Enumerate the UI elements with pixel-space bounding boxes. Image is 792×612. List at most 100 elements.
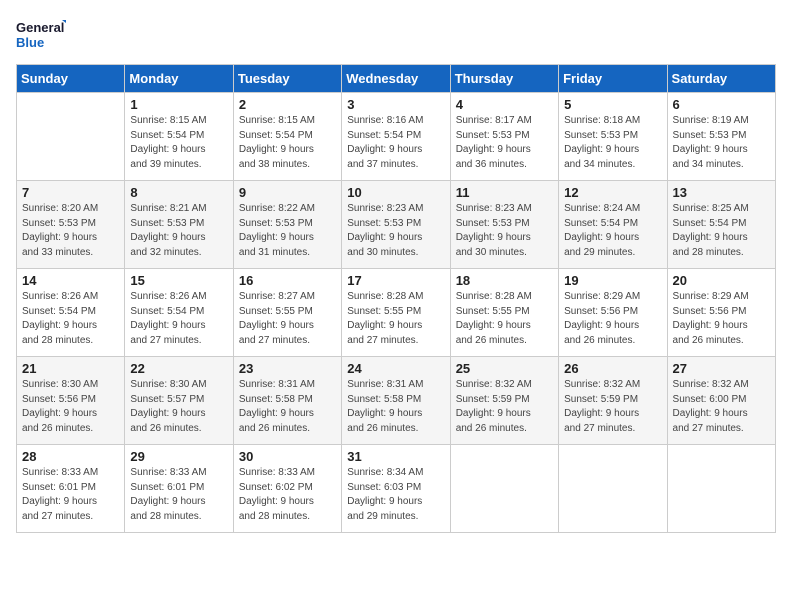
day-header-wednesday: Wednesday <box>342 65 450 93</box>
calendar-cell: 6 Sunrise: 8:19 AMSunset: 5:53 PMDaylight… <box>667 93 775 181</box>
day-header-thursday: Thursday <box>450 65 558 93</box>
day-info: Sunrise: 8:24 AMSunset: 5:54 PMDaylight:… <box>564 202 661 260</box>
calendar-cell <box>559 445 667 533</box>
day-info: Sunrise: 8:16 AMSunset: 5:54 PMDaylight:… <box>347 114 444 172</box>
day-info: Sunrise: 8:34 AMSunset: 6:03 PMDaylight:… <box>347 466 444 524</box>
day-number: 31 <box>347 449 444 464</box>
logo-svg: General Blue <box>16 16 66 54</box>
day-number: 11 <box>456 185 553 200</box>
calendar-cell <box>17 93 125 181</box>
calendar-cell: 29 Sunrise: 8:33 AMSunset: 6:01 PMDayligh… <box>125 445 233 533</box>
calendar-cell: 16 Sunrise: 8:27 AMSunset: 5:55 PMDayligh… <box>233 269 341 357</box>
calendar-cell: 12 Sunrise: 8:24 AMSunset: 5:54 PMDayligh… <box>559 181 667 269</box>
day-number: 3 <box>347 97 444 112</box>
day-info: Sunrise: 8:22 AMSunset: 5:53 PMDaylight:… <box>239 202 336 260</box>
day-number: 7 <box>22 185 119 200</box>
calendar-cell: 26 Sunrise: 8:32 AMSunset: 5:59 PMDayligh… <box>559 357 667 445</box>
day-number: 29 <box>130 449 227 464</box>
header: General Blue <box>16 16 776 54</box>
day-number: 13 <box>673 185 770 200</box>
calendar-table: SundayMondayTuesdayWednesdayThursdayFrid… <box>16 64 776 533</box>
day-info: Sunrise: 8:33 AMSunset: 6:02 PMDaylight:… <box>239 466 336 524</box>
day-info: Sunrise: 8:31 AMSunset: 5:58 PMDaylight:… <box>347 378 444 436</box>
day-info: Sunrise: 8:26 AMSunset: 5:54 PMDaylight:… <box>130 290 227 348</box>
days-header-row: SundayMondayTuesdayWednesdayThursdayFrid… <box>17 65 776 93</box>
day-number: 25 <box>456 361 553 376</box>
day-number: 30 <box>239 449 336 464</box>
day-number: 8 <box>130 185 227 200</box>
calendar-cell: 2 Sunrise: 8:15 AMSunset: 5:54 PMDaylight… <box>233 93 341 181</box>
calendar-cell: 25Sunrise: 8:32 AMSunset: 5:59 PMDayligh… <box>450 357 558 445</box>
calendar-cell <box>450 445 558 533</box>
day-info: Sunrise: 8:29 AMSunset: 5:56 PMDaylight:… <box>564 290 661 348</box>
day-info: Sunrise: 8:20 AMSunset: 5:53 PMDaylight:… <box>22 202 119 260</box>
day-info: Sunrise: 8:32 AMSunset: 5:59 PMDaylight:… <box>564 378 661 436</box>
day-number: 4 <box>456 97 553 112</box>
day-info: Sunrise: 8:33 AMSunset: 6:01 PMDaylight:… <box>130 466 227 524</box>
day-info: Sunrise: 8:26 AMSunset: 5:54 PMDaylight:… <box>22 290 119 348</box>
day-info: Sunrise: 8:33 AMSunset: 6:01 PMDaylight:… <box>22 466 119 524</box>
day-header-saturday: Saturday <box>667 65 775 93</box>
day-number: 9 <box>239 185 336 200</box>
calendar-cell: 23 Sunrise: 8:31 AMSunset: 5:58 PMDayligh… <box>233 357 341 445</box>
calendar-cell: 30 Sunrise: 8:33 AMSunset: 6:02 PMDayligh… <box>233 445 341 533</box>
day-number: 16 <box>239 273 336 288</box>
day-info: Sunrise: 8:29 AMSunset: 5:56 PMDaylight:… <box>673 290 770 348</box>
day-number: 20 <box>673 273 770 288</box>
day-header-friday: Friday <box>559 65 667 93</box>
logo: General Blue <box>16 16 66 54</box>
day-info: Sunrise: 8:19 AMSunset: 5:53 PMDaylight:… <box>673 114 770 172</box>
day-info: Sunrise: 8:25 AMSunset: 5:54 PMDaylight:… <box>673 202 770 260</box>
day-number: 2 <box>239 97 336 112</box>
day-number: 10 <box>347 185 444 200</box>
day-info: Sunrise: 8:28 AMSunset: 5:55 PMDaylight:… <box>456 290 553 348</box>
day-info: Sunrise: 8:21 AMSunset: 5:53 PMDaylight:… <box>130 202 227 260</box>
day-header-sunday: Sunday <box>17 65 125 93</box>
day-number: 24 <box>347 361 444 376</box>
day-info: Sunrise: 8:23 AMSunset: 5:53 PMDaylight:… <box>347 202 444 260</box>
day-number: 12 <box>564 185 661 200</box>
calendar-cell: 22 Sunrise: 8:30 AMSunset: 5:57 PMDayligh… <box>125 357 233 445</box>
calendar-cell: 7 Sunrise: 8:20 AMSunset: 5:53 PMDaylight… <box>17 181 125 269</box>
calendar-cell <box>667 445 775 533</box>
svg-text:General: General <box>16 20 64 35</box>
calendar-cell: 14Sunrise: 8:26 AMSunset: 5:54 PMDayligh… <box>17 269 125 357</box>
week-row-4: 21 Sunrise: 8:30 AMSunset: 5:56 PMDayligh… <box>17 357 776 445</box>
calendar-cell: 15 Sunrise: 8:26 AMSunset: 5:54 PMDayligh… <box>125 269 233 357</box>
calendar-cell: 5Sunrise: 8:18 AMSunset: 5:53 PMDaylight… <box>559 93 667 181</box>
day-info: Sunrise: 8:17 AMSunset: 5:53 PMDaylight:… <box>456 114 553 172</box>
day-info: Sunrise: 8:32 AMSunset: 6:00 PMDaylight:… <box>673 378 770 436</box>
calendar-cell: 20 Sunrise: 8:29 AMSunset: 5:56 PMDayligh… <box>667 269 775 357</box>
week-row-5: 28Sunrise: 8:33 AMSunset: 6:01 PMDayligh… <box>17 445 776 533</box>
calendar-cell: 13 Sunrise: 8:25 AMSunset: 5:54 PMDayligh… <box>667 181 775 269</box>
day-number: 5 <box>564 97 661 112</box>
calendar-cell: 1Sunrise: 8:15 AMSunset: 5:54 PMDaylight… <box>125 93 233 181</box>
day-number: 21 <box>22 361 119 376</box>
week-row-1: 1Sunrise: 8:15 AMSunset: 5:54 PMDaylight… <box>17 93 776 181</box>
day-info: Sunrise: 8:31 AMSunset: 5:58 PMDaylight:… <box>239 378 336 436</box>
svg-text:Blue: Blue <box>16 35 44 50</box>
day-number: 17 <box>347 273 444 288</box>
calendar-cell: 28Sunrise: 8:33 AMSunset: 6:01 PMDayligh… <box>17 445 125 533</box>
calendar-cell: 3 Sunrise: 8:16 AMSunset: 5:54 PMDaylight… <box>342 93 450 181</box>
day-info: Sunrise: 8:27 AMSunset: 5:55 PMDaylight:… <box>239 290 336 348</box>
day-info: Sunrise: 8:15 AMSunset: 5:54 PMDaylight:… <box>239 114 336 172</box>
day-number: 6 <box>673 97 770 112</box>
calendar-cell: 18 Sunrise: 8:28 AMSunset: 5:55 PMDayligh… <box>450 269 558 357</box>
day-header-tuesday: Tuesday <box>233 65 341 93</box>
calendar-cell: 4 Sunrise: 8:17 AMSunset: 5:53 PMDaylight… <box>450 93 558 181</box>
day-number: 22 <box>130 361 227 376</box>
calendar-cell: 19Sunrise: 8:29 AMSunset: 5:56 PMDayligh… <box>559 269 667 357</box>
calendar-cell: 11Sunrise: 8:23 AMSunset: 5:53 PMDayligh… <box>450 181 558 269</box>
day-info: Sunrise: 8:30 AMSunset: 5:57 PMDaylight:… <box>130 378 227 436</box>
day-number: 15 <box>130 273 227 288</box>
day-number: 27 <box>673 361 770 376</box>
calendar-cell: 10 Sunrise: 8:23 AMSunset: 5:53 PMDayligh… <box>342 181 450 269</box>
week-row-2: 7 Sunrise: 8:20 AMSunset: 5:53 PMDaylight… <box>17 181 776 269</box>
day-number: 26 <box>564 361 661 376</box>
day-info: Sunrise: 8:30 AMSunset: 5:56 PMDaylight:… <box>22 378 119 436</box>
day-info: Sunrise: 8:28 AMSunset: 5:55 PMDaylight:… <box>347 290 444 348</box>
week-row-3: 14Sunrise: 8:26 AMSunset: 5:54 PMDayligh… <box>17 269 776 357</box>
day-number: 23 <box>239 361 336 376</box>
day-number: 18 <box>456 273 553 288</box>
